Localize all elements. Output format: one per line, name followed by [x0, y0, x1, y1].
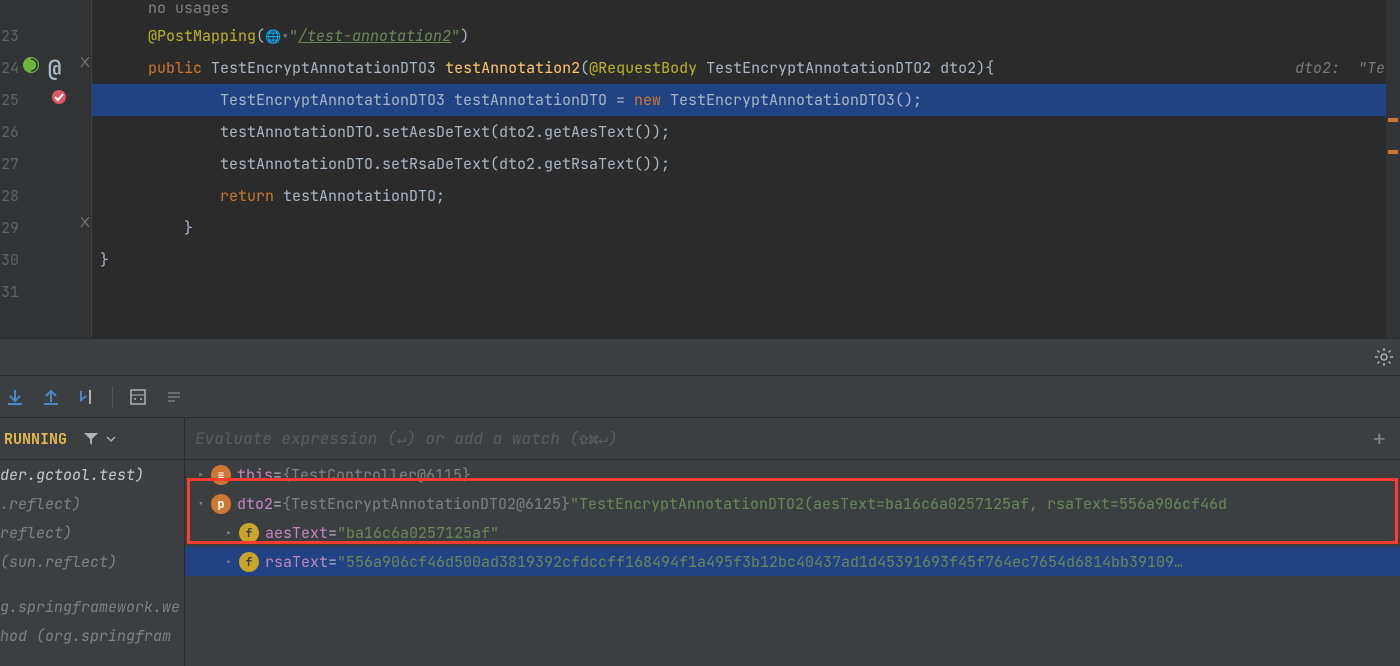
variable-row[interactable]: ▸faesText = "ba16c6a0257125af" — [185, 518, 1400, 547]
stack-frame[interactable]: (sun.reflect) — [0, 547, 184, 576]
evaluate-expression-input[interactable] — [195, 428, 1369, 449]
frames-pane: RUNNING der.gctool.test) .reflect) refle… — [0, 418, 185, 666]
step-out-icon[interactable] — [40, 386, 62, 408]
code-area[interactable]: no usages @PostMapping(🌐▾"/test-annotati… — [92, 0, 1400, 338]
line-number: 29 — [1, 218, 19, 238]
stack-frame[interactable]: der.gctool.test) — [0, 460, 184, 489]
stack-frame[interactable]: reflect) — [0, 518, 184, 547]
line-number: 31 — [1, 282, 19, 302]
at-annotation-icon[interactable]: @ — [48, 54, 61, 83]
fold-toggle-icon[interactable] — [80, 56, 90, 68]
line-number: 30 — [1, 250, 19, 270]
frames-header: RUNNING — [0, 418, 184, 460]
variable-name: this — [237, 465, 273, 485]
variable-row[interactable]: ▸≡this = {TestController@6115} — [185, 460, 1400, 489]
variable-name: aesText — [265, 523, 328, 543]
variable-row[interactable]: ▾pdto2 = {TestEncryptAnnotationDTO2@6125… — [185, 489, 1400, 518]
chevron-right-icon[interactable]: ▸ — [221, 525, 237, 541]
line-number: 23 — [1, 26, 19, 46]
chevron-down-icon[interactable]: ▾ — [193, 496, 209, 512]
evaluate-disabled-icon — [163, 386, 185, 408]
variable-type: {TestEncryptAnnotationDTO2@6125} — [282, 494, 570, 514]
usages-hint: no usages — [148, 0, 229, 18]
chevron-right-icon[interactable]: ▸ — [193, 467, 209, 483]
variable-tree[interactable]: ▸≡this = {TestController@6115}▾pdto2 = {… — [185, 460, 1400, 666]
url-mapping[interactable]: /test-annotation2 — [298, 26, 451, 46]
chevron-right-icon[interactable]: ▸ — [221, 554, 237, 570]
line-number: 26 — [1, 122, 19, 142]
debug-body: RUNNING der.gctool.test) .reflect) refle… — [0, 418, 1400, 666]
code-editor: 23 24 25 26 27 28 29 30 31 @ no usag — [0, 0, 1400, 338]
field-icon: f — [239, 523, 259, 543]
calculator-icon[interactable] — [127, 386, 149, 408]
debug-toolbar — [0, 376, 1400, 418]
filter-icon[interactable] — [83, 431, 99, 447]
line-number: 28 — [1, 186, 19, 206]
method-name: testAnnotation2 — [445, 58, 580, 78]
variable-name: rsaText — [265, 552, 328, 572]
annotation: @PostMapping — [148, 26, 256, 46]
breakpoint-icon[interactable] — [50, 88, 68, 106]
stack-frame[interactable]: g.springframework.we — [0, 592, 184, 621]
debug-status: RUNNING — [4, 429, 67, 449]
editor-gutter: 23 24 25 26 27 28 29 30 31 @ — [0, 0, 92, 338]
run-to-cursor-icon[interactable] — [76, 386, 98, 408]
variable-value: "ba16c6a0257125af" — [337, 523, 499, 543]
step-into-icon[interactable] — [4, 386, 26, 408]
variable-value: "TestEncryptAnnotationDTO2(aesText=ba16c… — [570, 494, 1227, 514]
variable-row[interactable]: ▸frsaText = "556a906cf46d500ad3819392cfd… — [185, 547, 1400, 576]
stack-frame[interactable]: hod (org.springfram — [0, 621, 184, 650]
variables-pane: + ▸≡this = {TestController@6115}▾pdto2 =… — [185, 418, 1400, 666]
object-icon: ≡ — [211, 465, 231, 485]
line-number: 27 — [1, 154, 19, 174]
gear-icon[interactable] — [1374, 347, 1394, 367]
chevron-down-icon[interactable] — [105, 433, 117, 445]
add-watch-icon[interactable]: + — [1369, 424, 1390, 453]
fold-close-icon[interactable] — [80, 216, 90, 228]
variable-value: "556a906cf46d500ad3819392cfdccff168494f1… — [337, 552, 1183, 572]
line-number: 24 — [1, 58, 19, 78]
run-spring-icon[interactable] — [22, 56, 40, 74]
error-stripe[interactable] — [1386, 0, 1400, 338]
stack-frame[interactable]: .reflect) — [0, 489, 184, 518]
current-execution-line: TestEncryptAnnotationDTO3 testAnnotation… — [92, 84, 1400, 116]
line-number: 25 — [1, 90, 19, 110]
variable-name: dto2 — [237, 494, 273, 514]
field-icon: f — [239, 552, 259, 572]
param-icon: p — [211, 494, 231, 514]
debug-panel-header — [0, 338, 1400, 376]
variable-type: {TestController@6115} — [282, 465, 471, 485]
evaluate-expression-row: + — [185, 418, 1400, 460]
inlay-hint: dto2: "Tes — [1295, 58, 1394, 78]
